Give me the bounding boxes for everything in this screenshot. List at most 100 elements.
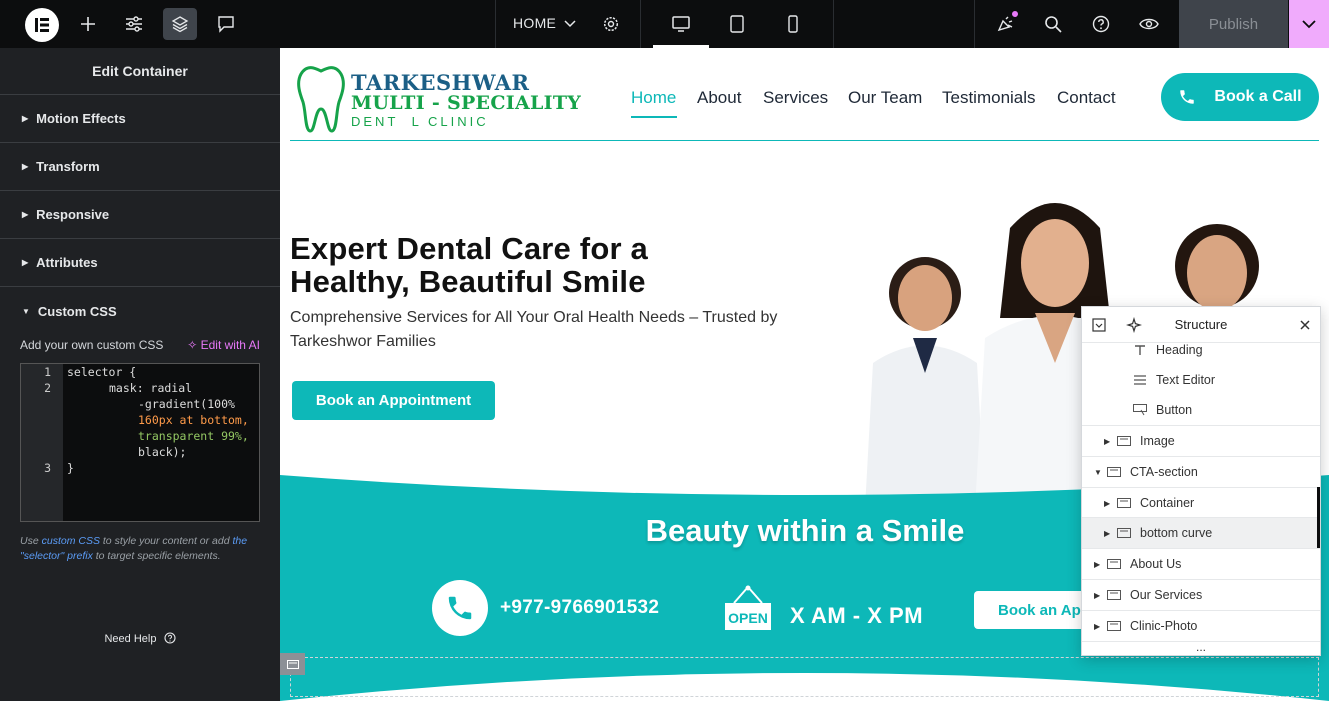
section-custom-css[interactable]: ▼ Custom CSS — [0, 287, 280, 335]
section-label: Transform — [36, 159, 100, 174]
code-line: -gradient(100% — [138, 397, 235, 411]
elementor-logo-icon[interactable] — [25, 8, 59, 42]
structure-item-label: Image — [1140, 434, 1175, 448]
container-icon — [1106, 621, 1122, 631]
need-help-label: Need Help — [104, 633, 157, 645]
line-number: 2 — [44, 381, 51, 395]
caret-down-icon: ▼ — [22, 306, 30, 316]
nav-our-team[interactable]: Our Team — [848, 88, 922, 108]
add-element-icon[interactable] — [71, 8, 105, 40]
line-number: 1 — [44, 365, 51, 379]
caret-right-icon[interactable]: ▶ — [1104, 499, 1116, 508]
container-handle[interactable] — [280, 653, 305, 675]
phone-circle — [432, 580, 488, 636]
custom-css-label-row: Add your own custom CSS ✧ Edit with AI — [20, 338, 260, 352]
structure-item[interactable]: Text Editor — [1082, 365, 1320, 395]
open-sign-label: OPEN — [728, 610, 768, 626]
caret-right-icon[interactable]: ▶ — [1104, 529, 1116, 538]
structure-item-label: Button — [1156, 403, 1193, 417]
divider — [495, 0, 496, 48]
nav-active-underline — [631, 116, 677, 118]
book-a-call-button[interactable]: Book a Call — [1161, 73, 1319, 121]
search-icon[interactable] — [1036, 8, 1070, 40]
structure-panel: Structure Heading Text Editor Button ▶ I… — [1081, 306, 1321, 656]
nav-home[interactable]: Home — [631, 88, 676, 108]
page-settings-icon[interactable] — [594, 8, 628, 40]
structure-item-container[interactable]: ▶ Container — [1082, 488, 1320, 518]
custom-css-label: Add your own custom CSS — [20, 338, 164, 352]
nav-about[interactable]: About — [697, 88, 741, 108]
divider — [974, 0, 975, 48]
selected-container-outline — [290, 657, 1319, 697]
structure-title: Structure — [1174, 317, 1228, 332]
site-settings-icon[interactable] — [117, 8, 151, 40]
code-line: black); — [138, 445, 187, 459]
publish-options-button[interactable] — [1289, 0, 1329, 48]
structure-item-bottom-curve[interactable]: ▶ bottom curve — [1082, 518, 1320, 548]
publish-button[interactable]: Publish — [1179, 0, 1288, 48]
nav-contact[interactable]: Contact — [1057, 88, 1116, 108]
structure-item-clinic-photo[interactable]: ▶ Clinic-Photo — [1082, 611, 1320, 641]
help-icon[interactable] — [1084, 8, 1118, 40]
notes-icon[interactable] — [209, 8, 243, 40]
need-help-link[interactable]: Need Help — [0, 632, 280, 645]
structure-item-cta-section[interactable]: ▼ CTA-section — [1082, 457, 1320, 487]
code-line: selector { — [67, 365, 137, 379]
caret-right-icon: ▶ — [22, 210, 29, 219]
structure-item[interactable]: Button — [1082, 395, 1320, 425]
structure-icon[interactable] — [163, 8, 197, 40]
edit-with-ai-label: Edit with AI — [200, 338, 260, 352]
section-transform[interactable]: ▶ Transform — [0, 143, 280, 191]
section-label: Custom CSS — [37, 303, 117, 319]
caret-right-icon[interactable]: ▶ — [1094, 591, 1106, 600]
structure-item-label: Our Services — [1130, 588, 1203, 602]
section-attributes[interactable]: ▶ Attributes — [0, 239, 280, 287]
caret-right-icon[interactable]: ▶ — [1104, 437, 1116, 446]
nav-services[interactable]: Services — [763, 88, 828, 108]
editor-panel: Edit Container ▶ Motion Effects ▶ Transfor… — [0, 48, 280, 701]
caret-right-icon[interactable]: ▶ — [1094, 622, 1106, 631]
chevron-down-icon — [1302, 19, 1316, 28]
section-responsive[interactable]: ▶ Responsive — [0, 191, 280, 239]
structure-item-about-us[interactable]: ▶ About Us — [1082, 549, 1320, 579]
structure-item-our-services[interactable]: ▶ Our Services — [1082, 580, 1320, 610]
section-label: Attributes — [36, 255, 98, 270]
css-code-editor[interactable]: 1 2 3 selector { mask: radial -gradient(… — [20, 363, 260, 522]
caret-down-icon[interactable]: ▼ — [1094, 468, 1106, 477]
structure-item-label: About Us — [1130, 557, 1182, 571]
custom-css-link[interactable]: custom CSS — [42, 535, 100, 547]
hint-text: Use — [20, 535, 39, 547]
help-icon — [163, 632, 176, 644]
logo-line-2: MULTI - SPECIALITY — [351, 92, 582, 114]
caret-right-icon: ▶ — [22, 114, 29, 123]
section-label: Responsive — [36, 207, 110, 222]
chevron-down-icon[interactable] — [553, 8, 587, 40]
preview-icon[interactable] — [1132, 8, 1166, 40]
resize-handle[interactable]: ... — [1082, 641, 1320, 653]
tooth-logo-icon — [297, 66, 345, 133]
caret-right-icon[interactable]: ▶ — [1094, 560, 1106, 569]
structure-item-label: Clinic-Photo — [1130, 619, 1198, 633]
code-line: mask: radial — [109, 381, 193, 395]
caret-right-icon: ▶ — [22, 258, 29, 267]
structure-item-label: CTA-section — [1130, 465, 1198, 479]
tablet-icon[interactable] — [720, 8, 754, 40]
top-bar: HOME Publish — [0, 0, 1329, 48]
structure-item[interactable]: Heading — [1082, 335, 1320, 365]
close-icon[interactable] — [1300, 320, 1310, 330]
section-label: Motion Effects — [36, 111, 126, 126]
nav-testimonials[interactable]: Testimonials — [942, 88, 1036, 108]
structure-item-image[interactable]: ▶ Image — [1082, 426, 1320, 456]
notification-dot — [1012, 11, 1018, 17]
hint-text: to target specific elements. — [95, 550, 221, 562]
container-icon — [1116, 498, 1132, 508]
container-icon — [1106, 559, 1122, 569]
whats-new-icon[interactable] — [988, 8, 1022, 40]
mobile-icon[interactable] — [776, 8, 810, 40]
page-name[interactable]: HOME — [513, 15, 556, 31]
book-appointment-button[interactable]: Book an Appointment — [292, 381, 495, 420]
edit-with-ai-button[interactable]: ✧ Edit with AI — [187, 338, 260, 352]
book-a-call-label: Book a Call — [1214, 88, 1302, 105]
section-motion-effects[interactable]: ▶ Motion Effects — [0, 95, 280, 143]
desktop-icon[interactable] — [664, 8, 698, 40]
